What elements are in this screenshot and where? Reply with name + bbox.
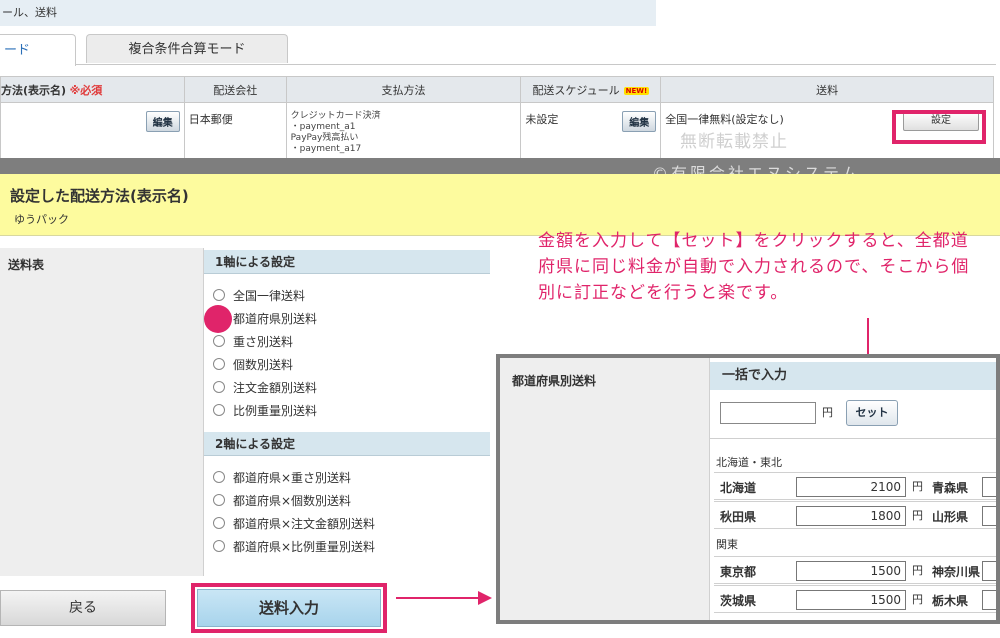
pref-name: 秋田県 (720, 510, 757, 524)
radio-by-weight[interactable]: 重さ別送料 (213, 332, 293, 352)
selected-method-value: ゆうパック (14, 213, 69, 226)
pref-fee-input[interactable] (982, 506, 996, 526)
pref-fee-input[interactable]: 1500 (796, 561, 906, 581)
arrow-right-icon (396, 597, 480, 599)
radio-pref-x-quantity[interactable]: 都道府県×個数別送料 (213, 491, 351, 511)
radio-by-quantity[interactable]: 個数別送料 (213, 355, 293, 375)
prefecture-fee-inset: 都道府県別送料 一括で入力 円 セット 北海道・東北 北海道 2100 円 青森… (496, 354, 1000, 624)
pref-name: 神奈川県 (932, 565, 981, 579)
carrier-cell: 日本郵便 (183, 102, 287, 164)
table-row: 編集 日本郵便 クレジットカード決済 ・payment_a1 PayPay残高払… (0, 102, 994, 164)
pref-yen: 円 (912, 480, 923, 493)
radio-circle-icon (213, 404, 225, 416)
col-header-method: 方法(表示名) ※必須 (0, 76, 185, 103)
radio-circle-icon (213, 289, 225, 301)
pref-yen: 円 (912, 564, 923, 577)
pref-name: 栃木県 (932, 594, 969, 608)
pref-fee-input[interactable]: 1800 (796, 506, 906, 526)
radio-pref-x-proportional-weight[interactable]: 都道府県×比例重量別送料 (213, 537, 375, 557)
highlight-frame-settings (892, 110, 986, 144)
col-header-carrier: 配送会社 (183, 76, 287, 103)
edit-schedule-button[interactable]: 編集 (622, 111, 657, 132)
bulk-set-button[interactable]: セット (846, 400, 898, 426)
schedule-value: 未設定 (525, 113, 559, 126)
radio-nationwide-flat[interactable]: 全国一律送料 (213, 286, 305, 306)
method-cell: 編集 (0, 102, 185, 164)
watermark-no-reprint: 無断転載禁止 (680, 132, 788, 152)
pref-name: 北海道 (720, 481, 757, 495)
pref-name: 青森県 (932, 481, 969, 495)
tab-simple-mode[interactable]: ード (0, 34, 76, 66)
pref-fee-input[interactable] (982, 561, 996, 581)
payment-line: ・payment_a1 (290, 122, 356, 132)
region-label: 北海道・東北 (716, 456, 782, 469)
two-axis-heading: 2軸による設定 (204, 432, 490, 456)
inset-separator (710, 438, 996, 439)
pref-fee-input[interactable] (982, 590, 996, 610)
highlight-frame-fee-input (191, 583, 387, 633)
pref-yen: 円 (912, 593, 923, 606)
shipping-value: 全国一律無料(設定なし) (665, 113, 784, 126)
back-button[interactable]: 戻る (0, 590, 166, 626)
selected-method-title: 設定した配送方法(表示名) (10, 187, 189, 205)
pref-fee-input[interactable]: 2100 (796, 477, 906, 497)
table-row: 茨城県 1500 円 栃木県 (714, 585, 996, 613)
selected-method-banner: 設定した配送方法(表示名) ゆうパック (0, 174, 1000, 236)
payment-cell: クレジットカード決済 ・payment_a1 PayPay残高払い ・payme… (285, 102, 522, 164)
radio-by-order-amount[interactable]: 注文金額別送料 (213, 378, 317, 398)
radio-pref-x-order-amount[interactable]: 都道府県×注文金額別送料 (213, 514, 375, 534)
fee-table-label-cell: 送料表 (0, 248, 204, 576)
pref-name: 茨城県 (720, 594, 757, 608)
shipping-method-table: 方法(表示名) ※必須 配送会社 支払方法 配送スケジュール NEW! 送料 編集… (0, 76, 994, 164)
one-axis-heading: 1軸による設定 (204, 250, 490, 274)
arrow-right-head-icon (478, 591, 492, 605)
col-header-schedule: 配送スケジュール NEW! (520, 76, 662, 103)
radio-circle-icon (213, 381, 225, 393)
payment-line: ・payment_a17 (290, 144, 362, 154)
radio-circle-icon (213, 335, 225, 347)
schedule-cell: 未設定 編集 (520, 102, 662, 164)
col-header-shipping: 送料 (660, 76, 994, 103)
radio-circle-icon (213, 358, 225, 370)
region-label: 関東 (716, 538, 738, 551)
bulk-amount-input[interactable] (720, 402, 816, 424)
tab-combined-mode[interactable]: 複合条件合算モード (86, 34, 288, 63)
radio-circle-icon (213, 517, 225, 529)
new-badge: NEW! (623, 86, 650, 95)
edit-method-button[interactable]: 編集 (145, 111, 180, 132)
radio-pref-x-weight[interactable]: 都道府県×重さ別送料 (213, 468, 351, 488)
table-row: 北海道 2100 円 青森県 (714, 472, 996, 500)
table-row: 東京都 1500 円 神奈川県 (714, 556, 996, 584)
pref-name: 山形県 (932, 510, 969, 524)
radio-by-prefecture[interactable]: 都道府県別送料 (213, 309, 317, 329)
table-header-row: 方法(表示名) ※必須 配送会社 支払方法 配送スケジュール NEW! 送料 (0, 76, 994, 103)
bulk-input-heading: 一括で入力 (710, 362, 996, 390)
payment-line: クレジットカード決済 (290, 111, 381, 121)
inset-label: 都道府県別送料 (512, 374, 597, 388)
breadcrumb: ール、送料 (0, 0, 656, 26)
radio-circle-icon (213, 471, 225, 483)
fee-table-label: 送料表 (8, 258, 45, 272)
radio-circle-icon (213, 494, 225, 506)
bulk-yen-label: 円 (822, 406, 833, 419)
annotation-note: 金額を入力して【セット】をクリックすると、全都道府県に同じ料金が自動で入力される… (538, 231, 970, 303)
radio-circle-icon (213, 540, 225, 552)
tab-underline (76, 64, 996, 65)
inset-label-cell: 都道府県別送料 (500, 358, 710, 620)
pref-fee-input[interactable]: 1500 (796, 590, 906, 610)
required-mark: ※必須 (69, 83, 103, 97)
col-header-payment: 支払方法 (285, 76, 522, 103)
table-row: 秋田県 1800 円 山形県 (714, 501, 996, 529)
payment-line: PayPay残高払い (290, 133, 359, 143)
pref-name: 東京都 (720, 565, 757, 579)
radio-by-proportional-weight[interactable]: 比例重量別送料 (213, 401, 317, 421)
pref-yen: 円 (912, 509, 923, 522)
pref-fee-input[interactable] (982, 477, 996, 497)
